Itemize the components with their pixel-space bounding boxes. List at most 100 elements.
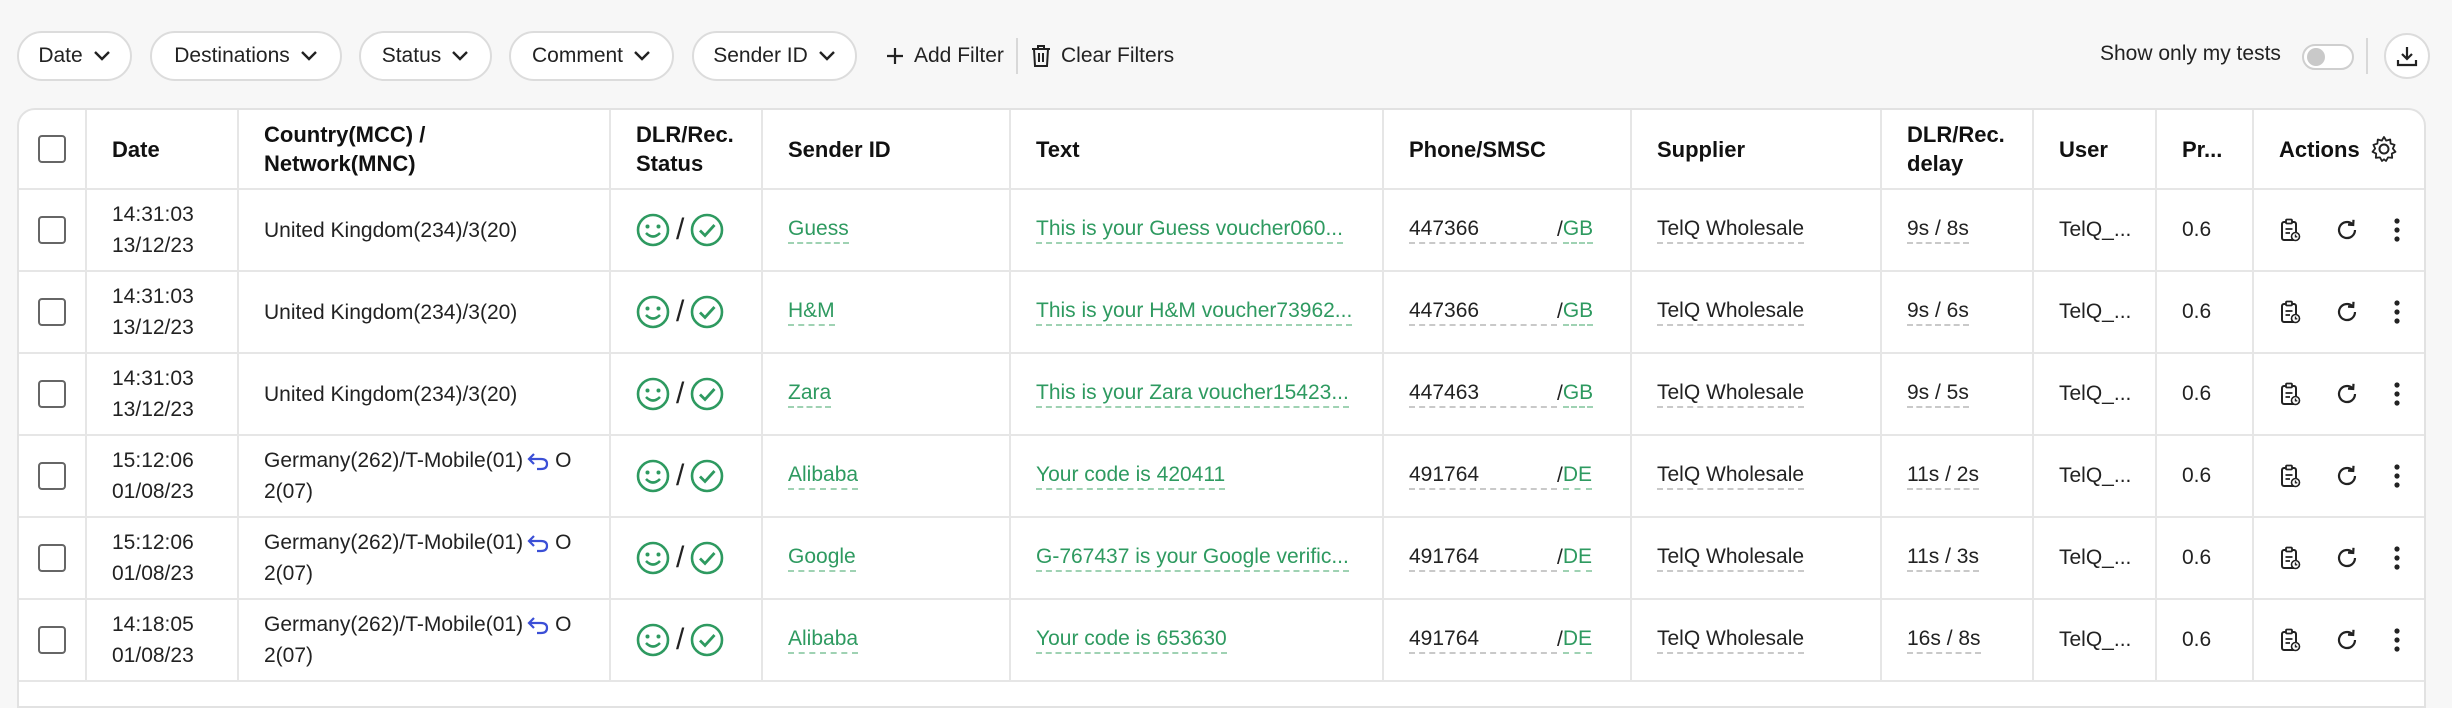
row-checkbox[interactable] <box>38 462 66 490</box>
header-country[interactable]: Country(MCC) / Network(MNC) <box>239 110 611 188</box>
table-row[interactable]: 15:12:06 01/08/23 Germany(262)/T-Mobile(01… <box>19 436 2424 518</box>
sender-id-link[interactable]: H&M <box>788 298 835 326</box>
table-row[interactable]: 14:31:03 13/12/23 United Kingdom(234)/3(20… <box>19 272 2424 354</box>
more-options-icon[interactable] <box>2393 217 2401 243</box>
country-code-link[interactable]: GB <box>1562 298 1594 326</box>
copy-clipboard-icon[interactable] <box>2279 218 2301 242</box>
delivery-status[interactable]: / <box>636 213 724 247</box>
copy-clipboard-icon[interactable] <box>2279 382 2301 406</box>
delivery-delay[interactable]: 11s / 3s <box>1907 544 1979 572</box>
table-row[interactable]: 15:12:06 01/08/23 Germany(262)/T-Mobile(01… <box>19 518 2424 600</box>
table-row[interactable]: 14:31:03 13/12/23 United Kingdom(234)/3(20… <box>19 190 2424 272</box>
more-options-icon[interactable] <box>2393 299 2401 325</box>
more-options-icon[interactable] <box>2393 381 2401 407</box>
delivery-status[interactable]: / <box>636 377 724 411</box>
phone-number[interactable]: 447463 <box>1409 380 1557 408</box>
country-cell: United Kingdom(234)/3(20) <box>239 190 611 270</box>
retest-icon[interactable] <box>2335 464 2359 488</box>
filter-status-button[interactable]: Status <box>359 31 492 81</box>
message-text-link[interactable]: G-767437 is your Google verific... <box>1036 544 1349 572</box>
delivery-status[interactable]: / <box>636 541 724 575</box>
retest-icon[interactable] <box>2335 300 2359 324</box>
add-filter-button[interactable]: Add Filter <box>886 38 1004 74</box>
sender-id-link[interactable]: Guess <box>788 216 849 244</box>
retest-icon[interactable] <box>2335 218 2359 242</box>
message-text-link[interactable]: This is your Guess voucher060... <box>1036 216 1343 244</box>
supplier-name[interactable]: TelQ Wholesale <box>1657 462 1805 490</box>
message-text-link[interactable]: This is your Zara voucher15423... <box>1036 380 1349 408</box>
country-code-link[interactable]: GB <box>1562 216 1594 244</box>
supplier-name[interactable]: TelQ Wholesale <box>1657 544 1805 572</box>
retest-icon[interactable] <box>2335 382 2359 406</box>
row-date: 01/08/23 <box>112 480 194 503</box>
table-row[interactable]: 14:18:05 01/08/23 Germany(262)/T-Mobile(01… <box>19 600 2424 682</box>
country-cell: Germany(262)/T-Mobile(01) O 2(07) <box>239 600 611 680</box>
select-all-checkbox[interactable] <box>38 135 66 163</box>
filter-sender-id-button[interactable]: Sender ID <box>692 31 857 81</box>
filter-destinations-button[interactable]: Destinations <box>150 31 342 81</box>
country-code-link[interactable]: DE <box>1562 626 1593 654</box>
header-user[interactable]: User <box>2034 110 2157 188</box>
header-price[interactable]: Pr... <box>2157 110 2254 188</box>
header-date[interactable]: Date <box>87 110 239 188</box>
copy-clipboard-icon[interactable] <box>2279 628 2301 652</box>
header-supplier[interactable]: Supplier <box>1632 110 1882 188</box>
delivery-status[interactable]: / <box>636 295 724 329</box>
table-row[interactable]: 14:31:03 13/12/23 United Kingdom(234)/3(20… <box>19 354 2424 436</box>
copy-clipboard-icon[interactable] <box>2279 546 2301 570</box>
delivery-status[interactable]: / <box>636 623 724 657</box>
row-checkbox[interactable] <box>38 626 66 654</box>
delivery-delay[interactable]: 9s / 6s <box>1907 298 1969 326</box>
country-code-link[interactable]: DE <box>1562 462 1593 490</box>
header-sender-id[interactable]: Sender ID <box>763 110 1011 188</box>
row-checkbox[interactable] <box>38 544 66 572</box>
header-text[interactable]: Text <box>1011 110 1384 188</box>
phone-number[interactable]: 491764 <box>1409 544 1557 572</box>
sender-id-link[interactable]: Alibaba <box>788 462 859 490</box>
download-button[interactable] <box>2384 33 2430 79</box>
row-checkbox[interactable] <box>38 380 66 408</box>
more-options-icon[interactable] <box>2393 463 2401 489</box>
supplier-name[interactable]: TelQ Wholesale <box>1657 298 1805 326</box>
phone-number[interactable]: 491764 <box>1409 462 1557 490</box>
message-text-link[interactable]: This is your H&M voucher73962... <box>1036 298 1353 326</box>
supplier-name[interactable]: TelQ Wholesale <box>1657 626 1805 654</box>
phone-number[interactable]: 491764 <box>1409 626 1557 654</box>
message-text-link[interactable]: Your code is 420411 <box>1036 462 1226 490</box>
country-code-link[interactable]: GB <box>1562 380 1594 408</box>
delivery-delay[interactable]: 9s / 8s <box>1907 216 1969 244</box>
gear-icon[interactable] <box>2370 135 2398 163</box>
delivery-delay[interactable]: 16s / 8s <box>1907 626 1981 654</box>
country-code-link[interactable]: DE <box>1562 544 1593 572</box>
delivery-status[interactable]: / <box>636 459 724 493</box>
filter-comment-button[interactable]: Comment <box>509 31 674 81</box>
country-network: Germany(262)/T-Mobile(01) <box>264 613 524 636</box>
country-network: United Kingdom(234)/3(20) <box>264 300 518 324</box>
header-delay[interactable]: DLR/Rec. delay <box>1882 110 2034 188</box>
sender-id-link[interactable]: Google <box>788 544 856 572</box>
more-options-icon[interactable] <box>2393 545 2401 571</box>
retest-icon[interactable] <box>2335 546 2359 570</box>
show-only-my-tests-toggle[interactable] <box>2302 44 2354 70</box>
filter-date-button[interactable]: Date <box>17 31 132 81</box>
header-phone[interactable]: Phone/SMSC <box>1384 110 1632 188</box>
row-checkbox[interactable] <box>38 298 66 326</box>
delivery-delay[interactable]: 11s / 2s <box>1907 462 1979 490</box>
phone-number[interactable]: 447366 <box>1409 216 1557 244</box>
copy-clipboard-icon[interactable] <box>2279 464 2301 488</box>
more-options-icon[interactable] <box>2393 627 2401 653</box>
phone-number[interactable]: 447366 <box>1409 298 1557 326</box>
price-value: 0.6 <box>2182 464 2212 487</box>
sender-id-link[interactable]: Zara <box>788 380 832 408</box>
retest-icon[interactable] <box>2335 628 2359 652</box>
message-text-link[interactable]: Your code is 653630 <box>1036 626 1227 654</box>
sender-id-link[interactable]: Alibaba <box>788 626 859 654</box>
delivery-delay[interactable]: 9s / 5s <box>1907 380 1969 408</box>
clear-filters-button[interactable]: Clear Filters <box>1031 38 1174 74</box>
supplier-name[interactable]: TelQ Wholesale <box>1657 216 1805 244</box>
copy-clipboard-icon[interactable] <box>2279 300 2301 324</box>
row-checkbox[interactable] <box>38 216 66 244</box>
row-actions <box>2279 627 2401 653</box>
header-status[interactable]: DLR/Rec. Status <box>611 110 763 188</box>
supplier-name[interactable]: TelQ Wholesale <box>1657 380 1805 408</box>
